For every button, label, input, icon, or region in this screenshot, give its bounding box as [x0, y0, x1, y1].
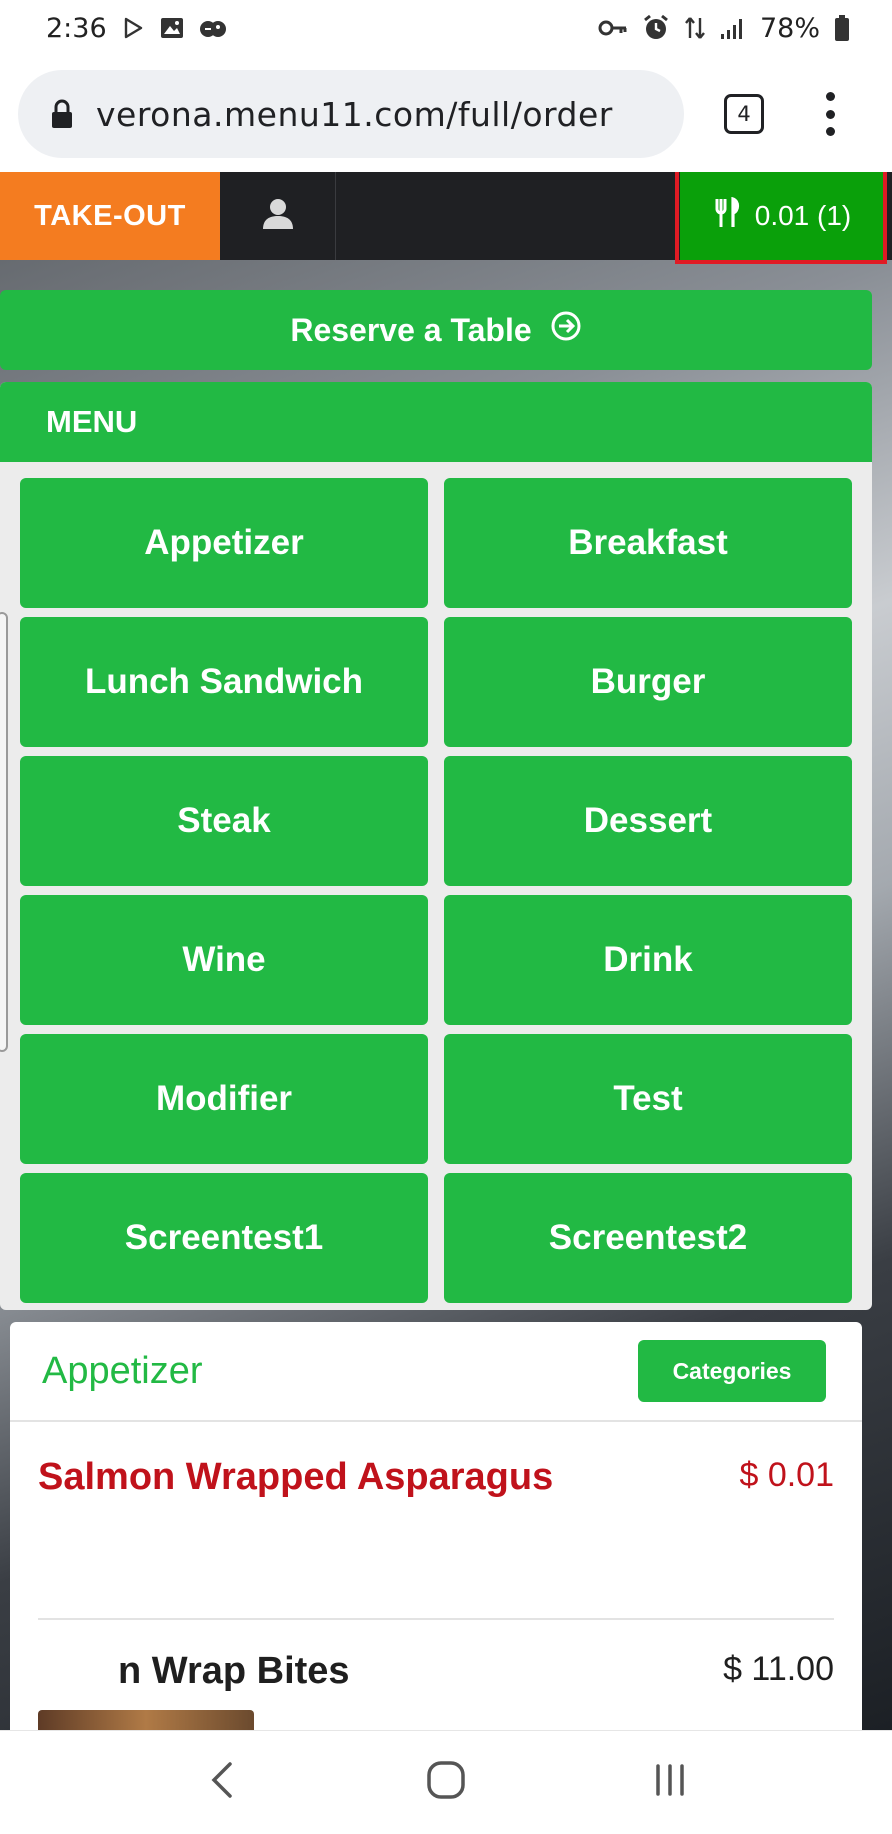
menu-category-grid: Appetizer Breakfast Lunch Sandwich Burge…	[20, 478, 852, 1303]
recents-icon	[652, 1762, 688, 1803]
status-left: 2:36	[46, 13, 227, 44]
status-bar: 2:36 78%	[0, 0, 892, 56]
section-header: Appetizer Categories	[10, 1322, 862, 1422]
browser-toolbar: verona.menu11.com/full/order 4	[0, 56, 892, 172]
image-icon	[159, 16, 185, 40]
menu-category-button[interactable]: Lunch Sandwich	[20, 617, 428, 747]
home-icon	[426, 1760, 466, 1805]
side-drawer-handle[interactable]	[0, 612, 8, 1052]
alarm-icon	[642, 14, 670, 42]
back-button[interactable]	[182, 1753, 262, 1813]
section-title: Appetizer	[42, 1349, 203, 1392]
browser-menu-button[interactable]	[818, 92, 842, 136]
lock-icon	[50, 99, 74, 129]
address-bar[interactable]: verona.menu11.com/full/order	[18, 70, 684, 158]
user-icon	[261, 197, 295, 236]
account-button[interactable]	[220, 172, 336, 260]
menu-category-button[interactable]: Steak	[20, 756, 428, 886]
status-time: 2:36	[46, 12, 107, 44]
cart-total: 0.01 (1)	[754, 200, 852, 231]
tab-switcher-button[interactable]: 4	[724, 94, 764, 134]
cart-button[interactable]: 0.01 (1)	[680, 172, 886, 260]
menu-category-button[interactable]: Test	[444, 1034, 852, 1164]
menu-category-button[interactable]: Burger	[444, 617, 852, 747]
arrow-circle-right-icon	[550, 310, 582, 350]
home-button[interactable]	[406, 1753, 486, 1813]
item-thumbnail	[38, 1710, 254, 1730]
menu-category-button[interactable]: Wine	[20, 895, 428, 1025]
takeout-button[interactable]: TAKE-OUT	[0, 172, 220, 260]
url-text: verona.menu11.com/full/order	[96, 94, 613, 134]
item-name: n Wrap Bites	[118, 1650, 350, 1692]
cutlery-icon	[715, 196, 741, 236]
menu-dot	[825, 109, 835, 119]
battery-percent: 78%	[759, 12, 820, 44]
menu-dot	[825, 92, 835, 101]
menu-category-button[interactable]: Appetizer	[20, 478, 428, 608]
site-nav: TAKE-OUT 0.01 (1)	[0, 172, 892, 260]
reserve-table-button[interactable]: Reserve a Table	[0, 290, 872, 370]
menu-item[interactable]: n Wrap Bites $ 11.00	[38, 1620, 834, 1693]
item-price: $ 11.00	[723, 1650, 834, 1688]
page-content: TAKE-OUT 0.01 (1) Reserve a Table MENU A…	[0, 172, 892, 1730]
menu-item[interactable]: Salmon Wrapped Asparagus $ 0.01	[38, 1422, 834, 1620]
item-price: $ 0.01	[739, 1456, 834, 1494]
appetizer-section: Appetizer Categories Salmon Wrapped Aspa…	[10, 1322, 862, 1730]
menu-category-button[interactable]: Modifier	[20, 1034, 428, 1164]
categories-button[interactable]: Categories	[638, 1340, 826, 1402]
menu-category-button[interactable]: Screentest1	[20, 1173, 428, 1303]
game-controller-icon	[199, 16, 227, 40]
signal-icon	[720, 16, 746, 40]
back-icon	[210, 1760, 234, 1805]
menu-category-button[interactable]: Breakfast	[444, 478, 852, 608]
system-nav-bar	[0, 1730, 892, 1834]
menu-panel: MENU Appetizer Breakfast Lunch Sandwich …	[0, 382, 872, 1310]
menu-category-button[interactable]: Dessert	[444, 756, 852, 886]
battery-icon	[834, 14, 850, 42]
recents-button[interactable]	[630, 1753, 710, 1813]
menu-category-button[interactable]: Screentest2	[444, 1173, 852, 1303]
play-store-icon	[121, 16, 145, 40]
item-name: Salmon Wrapped Asparagus	[38, 1456, 554, 1498]
reserve-label: Reserve a Table	[290, 311, 532, 348]
menu-dot	[825, 127, 835, 136]
menu-header: MENU	[0, 382, 872, 462]
status-right: 78%	[598, 13, 850, 44]
menu-category-button[interactable]: Drink	[444, 895, 852, 1025]
key-icon	[598, 18, 628, 38]
data-transfer-icon	[684, 14, 706, 42]
